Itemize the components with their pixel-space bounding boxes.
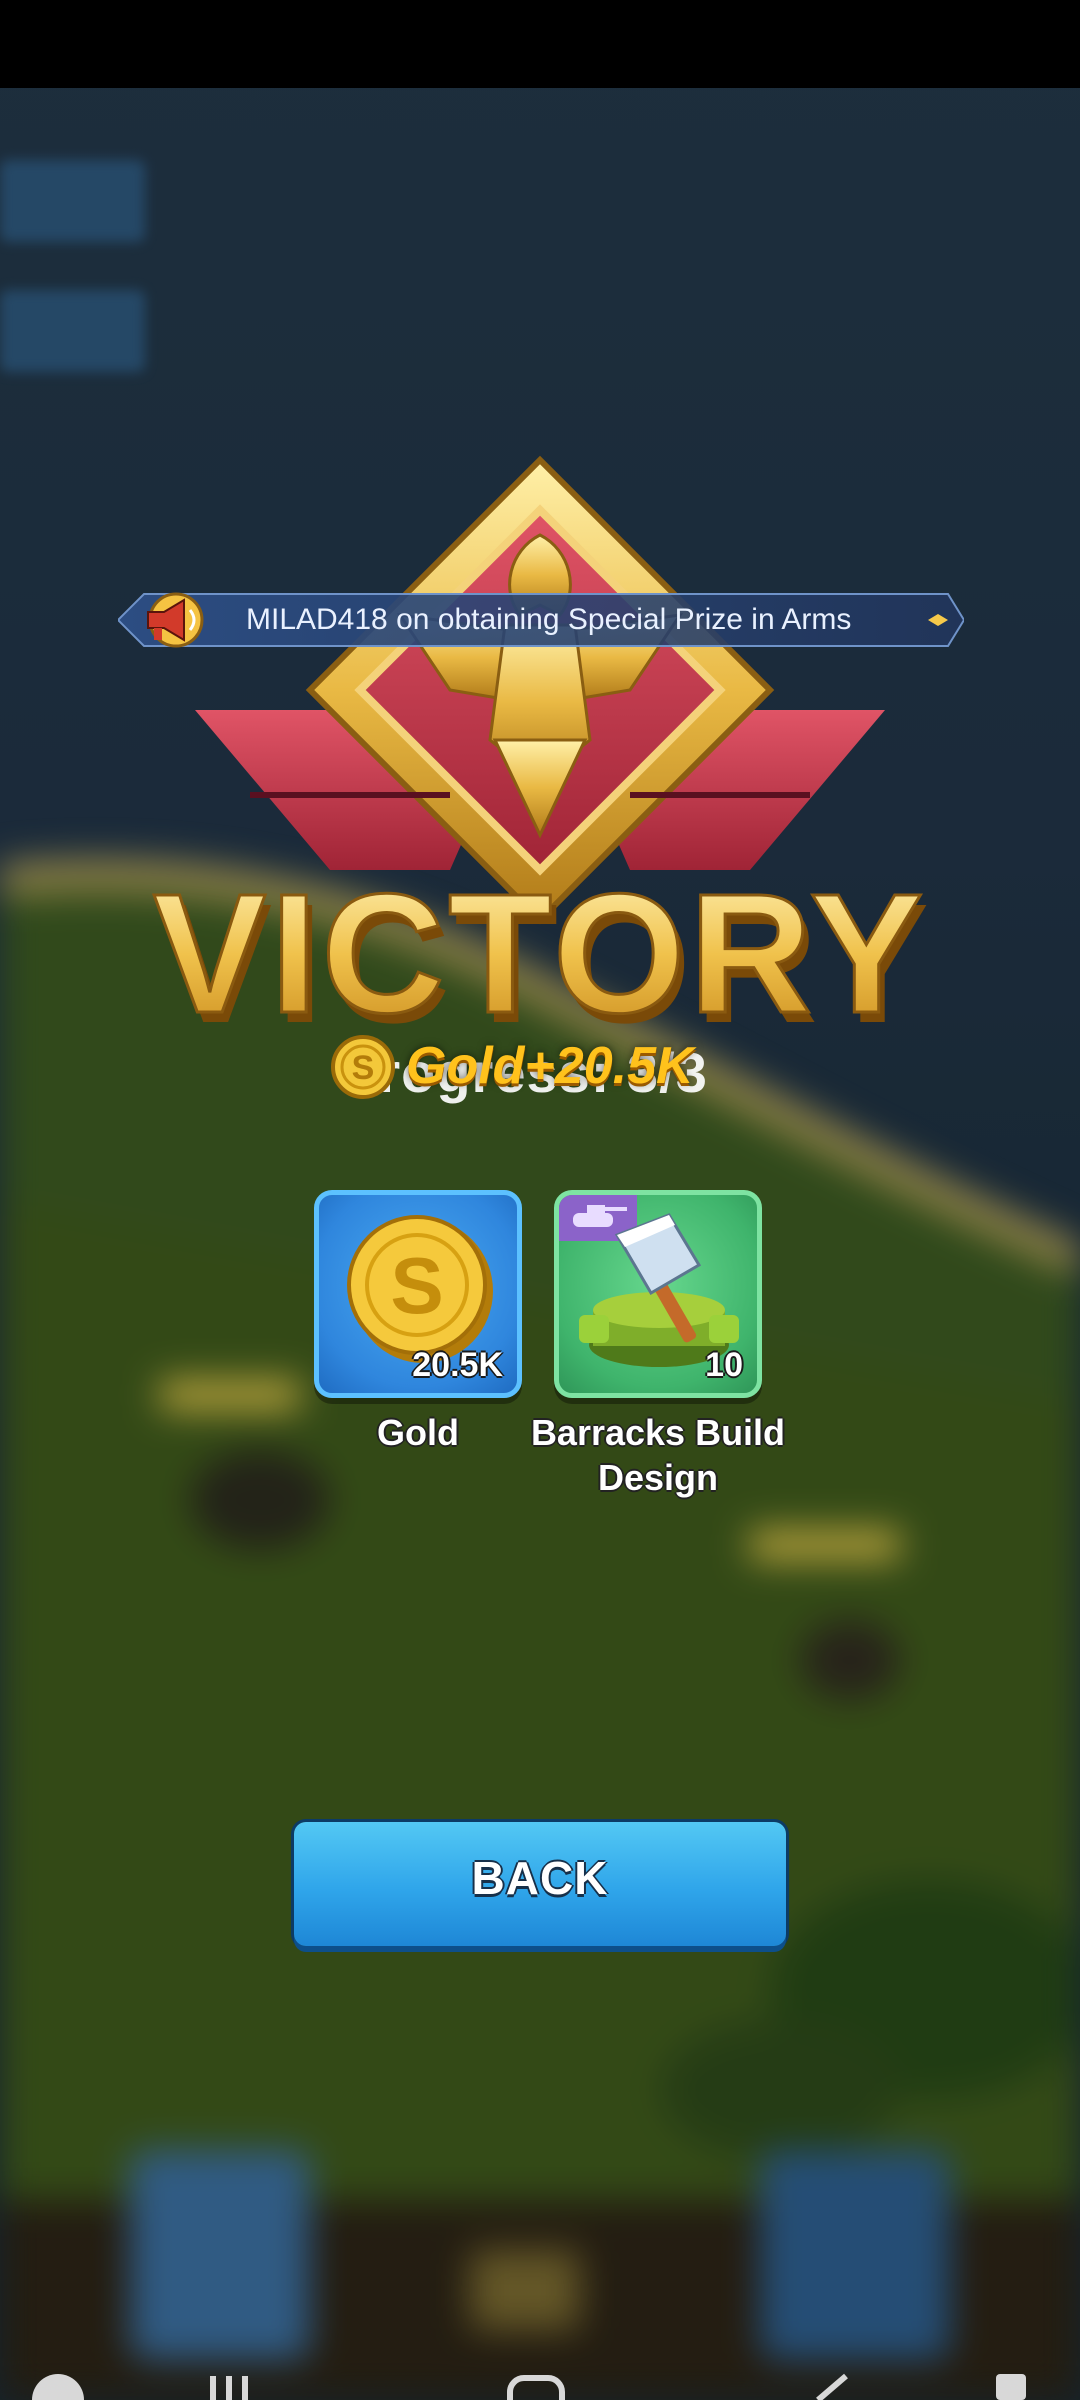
- reward-name: Barracks Build Design: [530, 1412, 786, 1498]
- reward-tile: S 20.5K: [314, 1190, 522, 1398]
- status-bar: [0, 0, 1080, 88]
- megaphone-icon: [147, 592, 204, 648]
- accessibility-icon[interactable]: [32, 2374, 84, 2400]
- reward-tile: 10: [554, 1190, 762, 1398]
- game-screen: MILAD418 on obtaining Special Prize in A…: [0, 0, 1080, 2400]
- announcement-text: MILAD418 on obtaining Special Prize in A…: [246, 603, 852, 636]
- victory-title: VICTORY VICTORY: [151, 860, 929, 1050]
- back-nav-icon[interactable]: [816, 2373, 848, 2400]
- reward-name: Gold: [377, 1412, 459, 1453]
- recent-apps-icon[interactable]: [210, 2376, 248, 2400]
- lock-icon[interactable]: [996, 2374, 1026, 2400]
- svg-text:S: S: [352, 1049, 375, 1087]
- back-button[interactable]: BACK: [294, 1822, 786, 1946]
- back-button-label: BACK: [471, 1852, 609, 1904]
- gold-coin-icon: S: [331, 1035, 395, 1099]
- side-menu-button-2: [0, 290, 145, 372]
- gold-gain-popup: S Gold+20.5K: [330, 1030, 760, 1110]
- announcement-banner: MILAD418 on obtaining Special Prize in A…: [118, 590, 964, 650]
- system-nav-bar: [32, 2373, 1026, 2400]
- gold-gain-text: Gold+20.5K: [406, 1037, 694, 1095]
- reward-quantity: 20.5K: [412, 1346, 503, 1384]
- svg-text:S: S: [390, 1241, 443, 1330]
- background-dim-overlay: [0, 0, 1080, 2400]
- side-menu-button-1: [0, 160, 145, 242]
- reward-quantity: 10: [705, 1346, 743, 1384]
- victory-title-text: VICTORY: [153, 860, 927, 1049]
- home-icon[interactable]: [507, 2375, 565, 2400]
